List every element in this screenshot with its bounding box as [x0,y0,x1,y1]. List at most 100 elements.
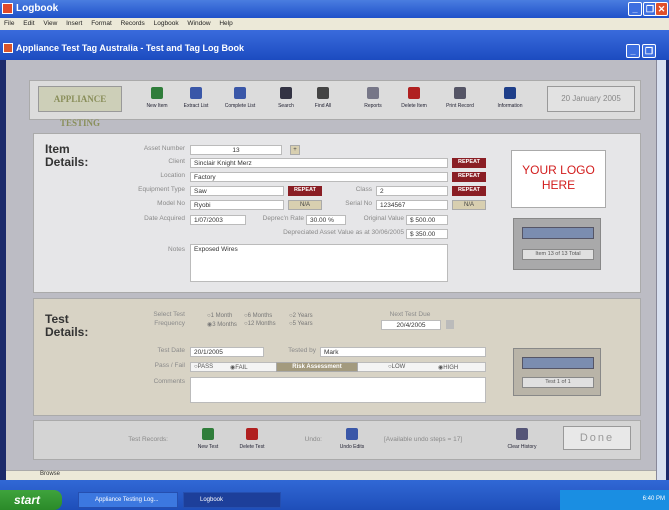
next-test-due-label: Next Test Due [389,311,431,318]
equipment-type-field[interactable]: Saw [190,186,284,196]
minimize-icon[interactable]: _ [628,2,642,16]
complete-list-icon [234,87,246,99]
equipment-repeat-button[interactable]: REPEAT [288,186,322,196]
logo-placeholder-line1: YOUR LOGO [522,163,595,177]
clear-history-button[interactable]: Clear History [502,425,542,457]
print-button[interactable]: Print Record [440,84,480,116]
search-icon [280,87,292,99]
reports-button[interactable]: Reports [353,84,393,116]
start-button[interactable]: start [0,490,62,510]
serial-field[interactable]: 1234567 [376,200,448,210]
app-title: Logbook [16,3,59,14]
menu-format[interactable]: Format [91,20,112,27]
test-record-navigation[interactable] [522,357,594,369]
done-button[interactable]: Done [563,426,631,450]
new-item-button[interactable]: New Item [137,84,177,116]
extract-list-icon [190,87,202,99]
item-title-word2: Details: [45,155,89,169]
toolbar-button-label: Delete Item [401,103,427,109]
test-nav-panel: Test 1 of 1 [513,348,601,396]
asset-lookup-button[interactable]: + [290,145,300,155]
client-repeat-button[interactable]: REPEAT [452,158,486,168]
date-acquired-field[interactable]: 1/07/2003 [190,215,246,225]
test-date-field[interactable]: 20/1/2005 [190,347,264,357]
test-records-label: Test Records: [128,436,168,443]
menu-window[interactable]: Window [187,20,210,27]
asset-number-field[interactable]: 13 [190,145,282,155]
frequency-label-line1: Select Test [153,311,185,318]
extract-list-button[interactable]: Extract List [176,84,216,116]
pass-radio[interactable]: ○PASS [194,364,213,370]
freq-1-month-radio[interactable]: ○1 Month [207,313,232,319]
task-appliance-testing[interactable]: Appliance Testing Log... [78,492,178,508]
complete-list-button[interactable]: Complete List [220,84,260,116]
freq-5-years-radio[interactable]: ○5 Years [289,321,313,327]
client-field[interactable]: Sinclair Knight Merz [190,158,448,168]
freq-12-months-radio[interactable]: ○12 Months [244,321,276,327]
undo-label: Undo: [304,436,322,443]
search-button[interactable]: Search [266,84,306,116]
depreciated-value-field[interactable]: $ 350.00 [406,229,448,239]
freq-3-months-radio[interactable]: ◉3 Months [207,321,237,328]
close-icon[interactable]: ✕ [655,2,668,16]
menu-logbook[interactable]: Logbook [154,20,179,27]
deprec-rate-field[interactable]: 30.00 % [306,215,346,225]
menu-bar: File Edit View Insert Format Records Log… [0,18,669,30]
high-label: HIGH [443,365,459,371]
info-button[interactable]: Information [490,84,530,116]
freq-6-months-radio[interactable]: ○6 Months [244,313,272,319]
original-value-field[interactable]: $ 500.00 [406,215,448,225]
delete-test-button[interactable]: Delete Test [232,425,272,457]
class-field[interactable]: 2 [376,186,448,196]
class-repeat-button[interactable]: REPEAT [452,186,486,196]
undo-edits-button[interactable]: Undo Edits [332,425,372,457]
app-title-bar: Logbook _ ❐ ✕ [0,0,669,18]
toolbar-button-label: Extract List [183,103,209,109]
notes-field[interactable]: Exposed Wires [190,244,448,282]
serial-na-button[interactable]: N/A [452,200,486,210]
appliance-testing-logo: APPLIANCE TESTING [38,86,122,128]
freq-2-years-radio[interactable]: ○2 Years [289,313,313,319]
next-test-due-field[interactable]: 20/4/2005 [381,320,441,330]
model-na-button[interactable]: N/A [288,200,322,210]
find-all-button[interactable]: Find All [303,84,343,116]
toolbar-button-label: Search [278,103,294,109]
high-radio[interactable]: ◉HIGH [438,364,458,371]
test-title-word2: Details: [45,325,89,339]
model-field[interactable]: Ryobi [190,200,284,210]
menu-edit[interactable]: Edit [23,20,34,27]
location-field[interactable]: Factory [190,172,448,182]
test-record-caption: Test 1 of 1 [522,377,594,388]
low-radio[interactable]: ○LOW [388,364,405,370]
item-details-title: Item Details: [45,143,88,169]
delete-item-icon [408,87,420,99]
delete-item-button[interactable]: Delete Item [394,84,434,116]
location-label: Location [160,172,185,179]
calendar-icon[interactable] [446,320,454,329]
menu-help[interactable]: Help [219,20,232,27]
menu-file[interactable]: File [4,20,14,27]
logo-placeholder: YOUR LOGO HERE [511,150,606,208]
undo-icon [346,428,358,440]
document-title-bar: Appliance Test Tag Australia - Test and … [0,30,669,60]
risk-assessment-button[interactable]: Risk Assessment [276,362,358,372]
depreciated-value-label: Depreciated Asset Value as at 30/06/2005 [283,229,404,236]
tested-by-field[interactable]: Mark [320,347,486,357]
location-repeat-button[interactable]: REPEAT [452,172,486,182]
task-logbook[interactable]: Logbook [183,492,281,508]
test-details-title: Test Details: [45,313,88,339]
fail-radio[interactable]: ◉FAIL [230,364,248,371]
vertical-scrollbar[interactable] [656,60,666,480]
new-test-button[interactable]: New Test [188,425,228,457]
menu-view[interactable]: View [43,20,57,27]
doc-restore-icon[interactable]: ❐ [642,44,656,58]
doc-minimize-icon[interactable]: _ [626,44,640,58]
print-icon [454,87,466,99]
class-label: Class [355,186,372,193]
item-record-navigation[interactable] [522,227,594,239]
notes-label: Notes [168,246,185,253]
comments-field[interactable] [190,377,486,403]
record-mode: Browse [40,471,61,477]
menu-insert[interactable]: Insert [66,20,82,27]
menu-records[interactable]: Records [121,20,145,27]
